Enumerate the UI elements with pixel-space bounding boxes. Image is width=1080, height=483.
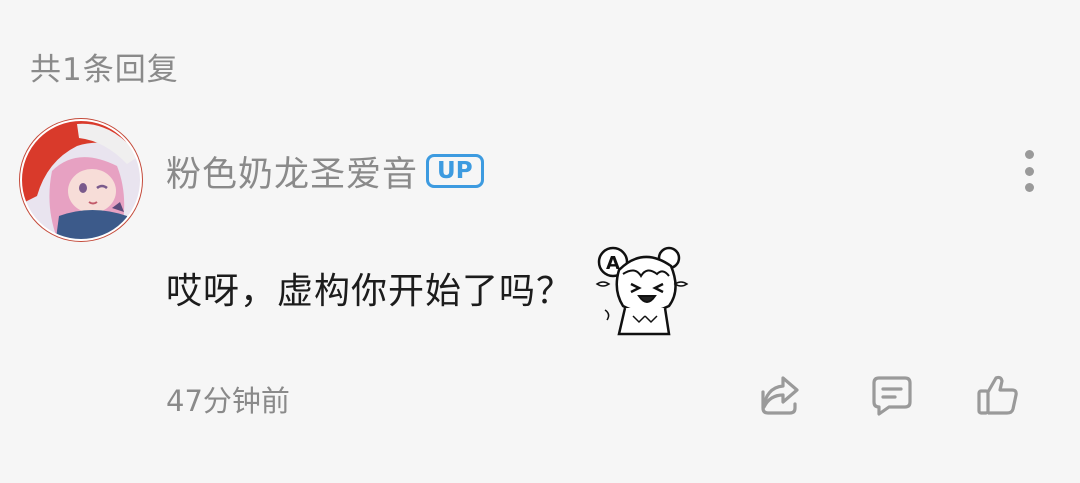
thumbs-up-icon[interactable] bbox=[975, 372, 1021, 418]
comment-detail-page: 共1条回复 粉色奶龙圣爱音 UP 哎呀，虚构你开始了吗？ A 47分钟前 bbox=[0, 0, 1080, 483]
comment-content: 哎呀，虚构你开始了吗？ A bbox=[166, 240, 691, 336]
comment-timestamp: 47分钟前 bbox=[166, 384, 290, 418]
reply-count-label: 共1条回复 bbox=[30, 52, 179, 88]
reply-comment-icon[interactable] bbox=[869, 372, 915, 418]
username[interactable]: 粉色奶龙圣爱音 bbox=[166, 146, 418, 197]
anime-girl-laughing-sticker-icon: A bbox=[595, 246, 689, 336]
share-icon[interactable] bbox=[757, 372, 803, 418]
more-options-button[interactable] bbox=[1008, 148, 1050, 194]
more-dot-icon bbox=[1024, 150, 1034, 159]
comment-text: 哎呀，虚构你开始了吗？ bbox=[166, 271, 574, 312]
user-avatar[interactable] bbox=[17, 116, 145, 244]
username-row: 粉色奶龙圣爱音 UP bbox=[166, 146, 484, 197]
more-dot-icon bbox=[1024, 183, 1034, 192]
up-badge: UP bbox=[426, 154, 484, 188]
more-dot-icon bbox=[1024, 166, 1034, 176]
